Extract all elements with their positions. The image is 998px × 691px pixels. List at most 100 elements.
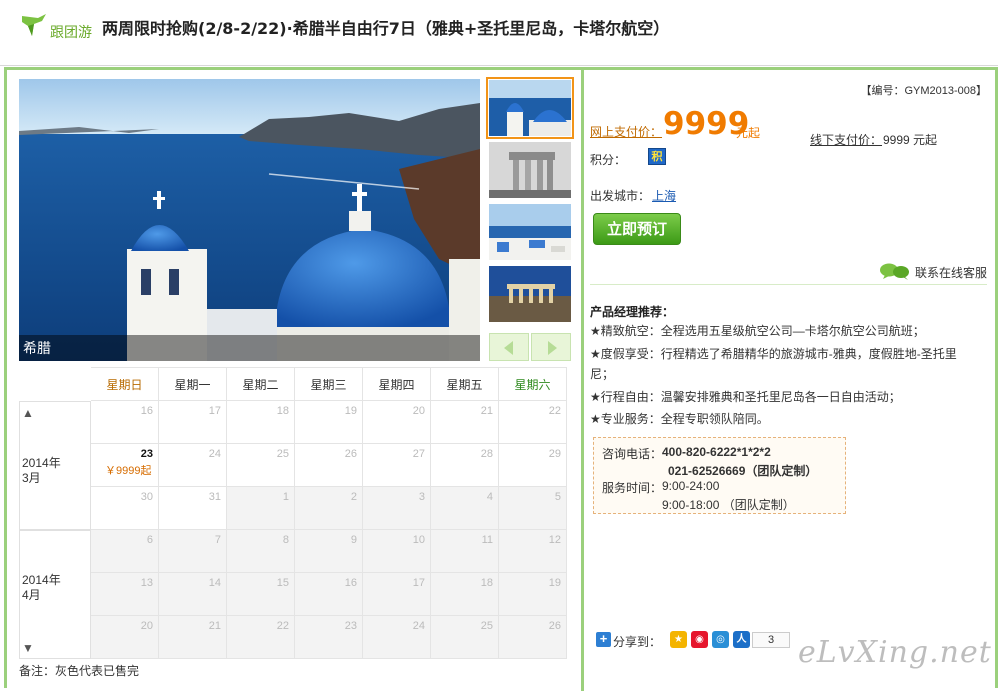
- calendar-day[interactable]: 28: [431, 444, 499, 487]
- calendar-day[interactable]: 18: [431, 573, 499, 616]
- calendar-day[interactable]: 24: [363, 616, 431, 659]
- day-number: 26: [548, 620, 561, 632]
- share-plus-icon[interactable]: +: [596, 632, 611, 647]
- departure-city-link[interactable]: 上海: [652, 187, 676, 204]
- month-year-label: 2014年: [22, 573, 61, 587]
- calendar-day[interactable]: 16: [91, 401, 159, 444]
- day-number: 3: [418, 491, 425, 503]
- calendar-day[interactable]: 19: [499, 573, 567, 616]
- calendar-day[interactable]: 26: [499, 616, 567, 659]
- calendar-day[interactable]: 27: [363, 444, 431, 487]
- weekday-fri: 星期五: [431, 367, 499, 401]
- day-number: 24: [412, 620, 425, 632]
- calendar-day[interactable]: 17: [363, 573, 431, 616]
- share-label[interactable]: 分享到：: [613, 633, 661, 650]
- calendar-day[interactable]: 2: [295, 487, 363, 530]
- day-number: 5: [554, 491, 561, 503]
- calendar-day[interactable]: 11: [431, 530, 499, 573]
- thumb-santorini-image: [489, 80, 571, 136]
- day-number: 17: [208, 405, 221, 417]
- weekday-mon: 星期一: [159, 367, 227, 401]
- calendar-day[interactable]: 7: [159, 530, 227, 573]
- calendar-day[interactable]: 25: [431, 616, 499, 659]
- main-photo[interactable]: 希腊: [19, 79, 480, 361]
- online-support-link[interactable]: 联系在线客服: [915, 264, 987, 281]
- month-label: 4月: [22, 588, 41, 602]
- calendar-day[interactable]: 4: [431, 487, 499, 530]
- column-divider: [581, 70, 584, 691]
- thumb-prev-button[interactable]: [489, 333, 529, 361]
- calendar-day-available[interactable]: 23 ￥9999起: [91, 444, 159, 487]
- calendar-day[interactable]: 31: [159, 487, 227, 530]
- calendar-prev-arrow-icon[interactable]: ▲: [22, 406, 34, 420]
- phone-label: 咨询电话：: [602, 447, 663, 461]
- calendar-day[interactable]: 29: [499, 444, 567, 487]
- qzone-icon[interactable]: ★: [670, 631, 687, 648]
- calendar-day[interactable]: 3: [363, 487, 431, 530]
- calendar-day[interactable]: 30: [91, 487, 159, 530]
- calendar-day[interactable]: 23: [295, 616, 363, 659]
- calendar-day[interactable]: 25: [227, 444, 295, 487]
- calendar-day[interactable]: 20: [91, 616, 159, 659]
- day-number: 22: [548, 405, 561, 417]
- thumbnail-nav: [489, 333, 571, 361]
- day-number: 18: [480, 577, 493, 589]
- recommend-item: ★专业服务：全程专职领队陪同。: [590, 412, 769, 426]
- day-number: 28: [480, 448, 493, 460]
- bird-logo-icon: [22, 14, 46, 36]
- book-now-button[interactable]: 立即预订: [593, 213, 681, 245]
- recommend-item: ★度假享受：行程精选了希腊精华的旅游城市-雅典，度假胜地-圣托里尼；: [590, 347, 957, 381]
- points-badge-icon[interactable]: 积: [648, 148, 666, 165]
- calendar-day[interactable]: 8: [227, 530, 295, 573]
- calendar-day[interactable]: 13: [91, 573, 159, 616]
- thumb-next-button[interactable]: [531, 333, 571, 361]
- calendar-day[interactable]: 22: [499, 401, 567, 444]
- section-divider: [590, 284, 987, 285]
- calendar-day[interactable]: 1: [227, 487, 295, 530]
- calendar-day[interactable]: 22: [227, 616, 295, 659]
- online-price-label[interactable]: 网上支付价：: [590, 123, 662, 140]
- calendar-day[interactable]: 9: [295, 530, 363, 573]
- weekday-sun: 星期日: [91, 367, 159, 401]
- day-number: 1: [282, 491, 289, 503]
- calendar-day[interactable]: 17: [159, 401, 227, 444]
- calendar-day[interactable]: 24: [159, 444, 227, 487]
- weekday-thu: 星期四: [363, 367, 431, 401]
- day-number: 21: [480, 405, 493, 417]
- calendar-day[interactable]: 20: [363, 401, 431, 444]
- chat-bubble-icon[interactable]: [879, 262, 911, 280]
- calendar-next-arrow-icon[interactable]: ▼: [22, 641, 34, 655]
- renren-icon[interactable]: 人: [733, 631, 750, 648]
- weekday-wed: 星期三: [295, 367, 363, 401]
- day-number: 18: [276, 405, 289, 417]
- calendar-day[interactable]: 16: [295, 573, 363, 616]
- thumbnail-1[interactable]: [486, 77, 574, 139]
- day-number: 4: [486, 491, 493, 503]
- departure-city-label: 出发城市：: [590, 189, 651, 203]
- month-block-march: ▲ 2014年 3月: [19, 401, 91, 530]
- calendar-day[interactable]: 15: [227, 573, 295, 616]
- calendar-weekday-header: 星期日 星期一 星期二 星期三 星期四 星期五 星期六: [91, 367, 567, 401]
- thumbnail-4[interactable]: [489, 266, 571, 322]
- day-number: 23: [140, 448, 153, 460]
- thumbnail-3[interactable]: [489, 204, 571, 260]
- calendar-day[interactable]: 12: [499, 530, 567, 573]
- calendar-day[interactable]: 5: [499, 487, 567, 530]
- offline-price-label[interactable]: 线下支付价：: [810, 131, 882, 148]
- thumb-ruins-image: [489, 142, 571, 198]
- tqq-icon[interactable]: ◎: [712, 631, 729, 648]
- calendar-day[interactable]: 10: [363, 530, 431, 573]
- weibo-icon[interactable]: ◉: [691, 631, 708, 648]
- calendar-day[interactable]: 21: [431, 401, 499, 444]
- calendar-day[interactable]: 6: [91, 530, 159, 573]
- calendar-day[interactable]: 18: [227, 401, 295, 444]
- calendar-day[interactable]: 21: [159, 616, 227, 659]
- offline-price: 9999 元起: [883, 133, 938, 147]
- thumbnail-2[interactable]: [489, 142, 571, 198]
- points-label: 积分：: [590, 153, 627, 167]
- santorini-photo: [19, 79, 480, 361]
- calendar-day[interactable]: 26: [295, 444, 363, 487]
- brand-logo[interactable]: 跟团游: [20, 12, 96, 42]
- calendar-day[interactable]: 19: [295, 401, 363, 444]
- calendar-day[interactable]: 14: [159, 573, 227, 616]
